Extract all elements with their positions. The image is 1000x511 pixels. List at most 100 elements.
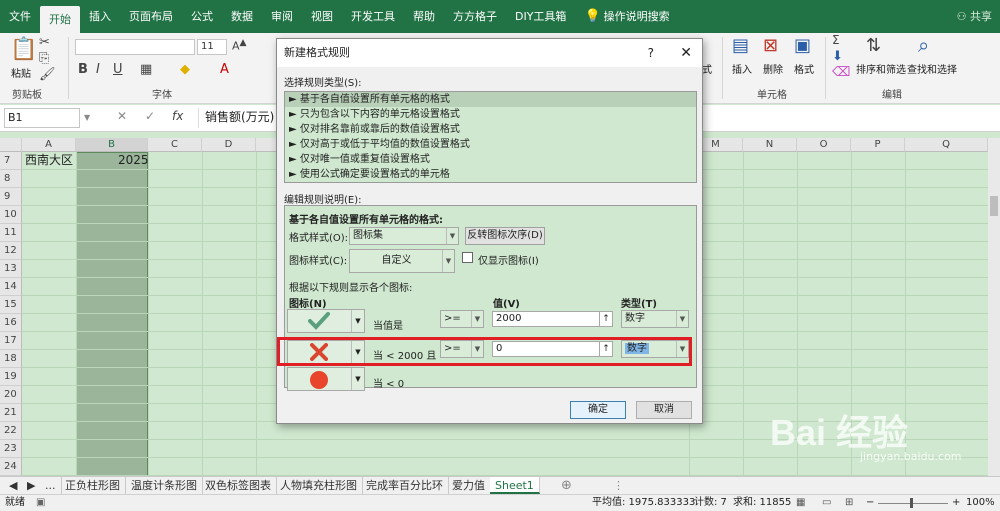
underline-icon[interactable]: U — [113, 62, 123, 77]
insert-label[interactable]: 插入 — [732, 61, 752, 76]
page-layout-icon[interactable]: ▭ — [822, 495, 831, 511]
scroll-thumb[interactable] — [990, 196, 998, 216]
row-header[interactable]: 18 — [0, 350, 22, 368]
sheet-more[interactable]: ... — [40, 477, 62, 494]
tab-home[interactable]: 开始 — [40, 6, 80, 33]
tell-me-search[interactable]: 💡 操作说明搜索 — [575, 0, 678, 33]
reverse-icon-order-button[interactable]: 反转图标次序(D) — [465, 227, 545, 245]
rule-type-item[interactable]: ► 只为包含以下内容的单元格设置格式 — [285, 107, 696, 122]
rule-type-item[interactable]: ► 使用公式确定要设置格式的单元格 — [285, 167, 696, 182]
row-header[interactable]: 24 — [0, 458, 22, 476]
row-header[interactable]: 22 — [0, 422, 22, 440]
tab-help[interactable]: 帮助 — [404, 0, 444, 33]
cancel-button[interactable]: 取消 — [636, 401, 692, 419]
row-header[interactable]: 12 — [0, 242, 22, 260]
col-header-q[interactable]: Q — [905, 138, 988, 152]
paste-icon[interactable]: 📋 — [10, 37, 37, 62]
rule-1-operator[interactable]: >= ▼ — [440, 310, 484, 328]
paste-label[interactable]: 粘贴 — [11, 65, 31, 80]
row-header[interactable]: 17 — [0, 332, 22, 350]
tab-data[interactable]: 数据 — [222, 0, 262, 33]
row-header[interactable]: 8 — [0, 170, 22, 188]
clear-icon[interactable]: ⌫ — [832, 65, 850, 80]
icon-picker-1[interactable]: ▼ — [287, 309, 365, 333]
font-size-combo[interactable]: 11 — [197, 39, 227, 55]
bold-icon[interactable]: B — [78, 62, 88, 77]
confirm-entry-icon[interactable]: ✓ — [145, 109, 155, 123]
format-label[interactable]: 格式 — [794, 61, 814, 76]
find-select-label[interactable]: 查找和选择 — [907, 61, 957, 76]
zoom-level[interactable]: 100% — [966, 495, 995, 511]
rule-type-item[interactable]: ► 仅对排名靠前或靠后的数值设置格式 — [285, 122, 696, 137]
cell-a7[interactable]: 西南大区 — [25, 152, 73, 168]
select-all-corner[interactable] — [0, 138, 22, 152]
format-painter-icon[interactable]: 🖌 — [39, 67, 56, 82]
cut-icon[interactable]: ✂ — [39, 35, 50, 50]
close-button[interactable]: ✕ — [680, 39, 692, 67]
zoom-slider[interactable] — [878, 503, 948, 504]
sheet-prev-icon[interactable]: ◀ — [4, 477, 22, 494]
format-cells-icon[interactable]: ▣ — [794, 35, 811, 56]
rule-type-list[interactable]: ► 基于各自值设置所有单元格的格式 ► 只为包含以下内容的单元格设置格式 ► 仅… — [284, 91, 697, 183]
icon-picker-3[interactable]: ▼ — [287, 367, 365, 391]
row-header[interactable]: 15 — [0, 296, 22, 314]
add-sheet-icon[interactable]: ⊕ — [556, 477, 577, 494]
col-header-b[interactable]: B — [76, 138, 148, 152]
delete-label[interactable]: 删除 — [763, 61, 783, 76]
col-header-p[interactable]: P — [851, 138, 905, 152]
row-header[interactable]: 11 — [0, 224, 22, 242]
tab-developer[interactable]: 开发工具 — [342, 0, 404, 33]
col-header-o[interactable]: O — [797, 138, 851, 152]
macro-record-icon[interactable]: ▣ — [36, 495, 45, 511]
borders-icon[interactable]: ▦ — [140, 62, 152, 77]
tab-insert[interactable]: 插入 — [80, 0, 120, 33]
row-header[interactable]: 9 — [0, 188, 22, 206]
zoom-slider-thumb[interactable] — [910, 498, 913, 508]
italic-icon[interactable]: I — [96, 62, 100, 77]
cell-b7[interactable]: 2025 — [118, 152, 149, 168]
col-header-a[interactable]: A — [22, 138, 76, 152]
row-header[interactable]: 16 — [0, 314, 22, 332]
copy-icon[interactable]: ⎘ — [39, 51, 49, 66]
row-header[interactable]: 21 — [0, 404, 22, 422]
sheet-tab[interactable]: 完成率百分比环 — [361, 477, 449, 494]
show-icon-only-checkbox[interactable] — [462, 252, 473, 263]
page-break-icon[interactable]: ⊞ — [845, 495, 853, 511]
sheet-tab[interactable]: 人物填充柱形图 — [275, 477, 363, 494]
tab-view[interactable]: 视图 — [302, 0, 342, 33]
cancel-entry-icon[interactable]: ✕ — [117, 109, 127, 123]
fill-icon[interactable]: ⬇ — [832, 49, 843, 64]
dialog-title-bar[interactable]: 新建格式规则 — [277, 39, 702, 67]
sheet-tab-active[interactable]: Sheet1 — [490, 477, 540, 494]
fill-color-icon[interactable]: ◆ — [180, 62, 190, 77]
tab-formulas[interactable]: 公式 — [182, 0, 222, 33]
tab-fangfang[interactable]: 方方格子 — [444, 0, 506, 33]
sheet-tab[interactable]: 双色标签图表 — [200, 477, 277, 494]
name-box-dropdown-icon[interactable]: ▼ — [84, 113, 90, 122]
insert-cells-icon[interactable]: ▤ — [732, 35, 749, 56]
row-header[interactable]: 14 — [0, 278, 22, 296]
col-header-n[interactable]: N — [743, 138, 797, 152]
row-header[interactable]: 10 — [0, 206, 22, 224]
grow-font-icon[interactable]: A▲ — [232, 37, 247, 53]
font-color-icon[interactable]: A — [220, 62, 229, 77]
rule-type-item[interactable]: ► 仅对唯一值或重复值设置格式 — [285, 152, 696, 167]
row-header[interactable]: 19 — [0, 368, 22, 386]
help-button[interactable]: ? — [648, 39, 654, 67]
row-header[interactable]: 20 — [0, 386, 22, 404]
sort-filter-icon[interactable]: ⇅ — [866, 35, 881, 56]
sheet-next-icon[interactable]: ▶ — [22, 477, 40, 494]
zoom-out-icon[interactable]: − — [866, 495, 874, 511]
row-header[interactable]: 7 — [0, 152, 22, 170]
find-icon[interactable]: ⌕ — [918, 33, 929, 57]
rule-type-item-selected[interactable]: ► 基于各自值设置所有单元格的格式 — [285, 92, 696, 107]
sort-filter-label[interactable]: 排序和筛选 — [856, 61, 906, 76]
delete-cells-icon[interactable]: ⊠ — [763, 35, 778, 56]
range-select-icon[interactable]: ↑ — [599, 311, 613, 327]
tab-scroll-icon[interactable]: ⋮ — [608, 477, 629, 494]
row-header[interactable]: 23 — [0, 440, 22, 458]
autosum-icon[interactable]: Σ — [832, 33, 840, 47]
tab-page-layout[interactable]: 页面布局 — [120, 0, 182, 33]
tab-file[interactable]: 文件 — [0, 0, 40, 33]
zoom-in-icon[interactable]: + — [952, 495, 960, 511]
